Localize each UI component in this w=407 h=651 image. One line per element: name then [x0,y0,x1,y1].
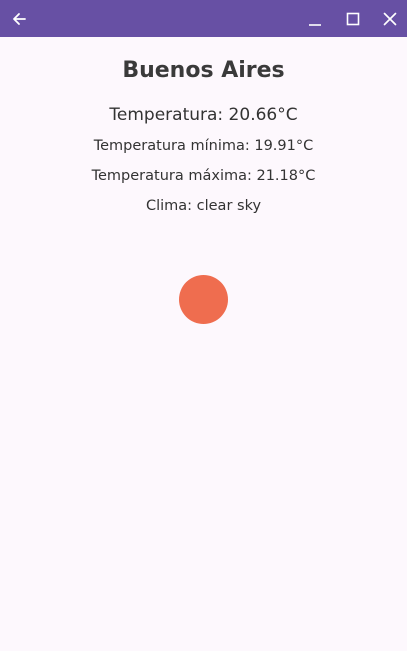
minimize-button[interactable] [296,0,333,37]
arrow-left-icon [12,12,26,25]
sun-icon [179,275,228,324]
weather-condition-text: Clima: clear sky [145,198,262,214]
maximize-icon [346,12,359,25]
title-bar [0,0,407,37]
close-icon [383,12,396,25]
weather-panel: Buenos Aires Temperatura: 20.66°C Temper… [0,37,407,651]
city-title: Buenos Aires [122,58,285,83]
minimize-icon [308,23,321,26]
max-temperature-text: Temperatura máxima: 21.18°C [91,168,316,184]
min-temperature-text: Temperatura mínima: 19.91°C [93,138,314,154]
temperature-text: Temperatura: 20.66°C [109,105,298,125]
back-button[interactable] [0,0,37,37]
maximize-button[interactable] [334,0,371,37]
close-button[interactable] [371,0,407,37]
